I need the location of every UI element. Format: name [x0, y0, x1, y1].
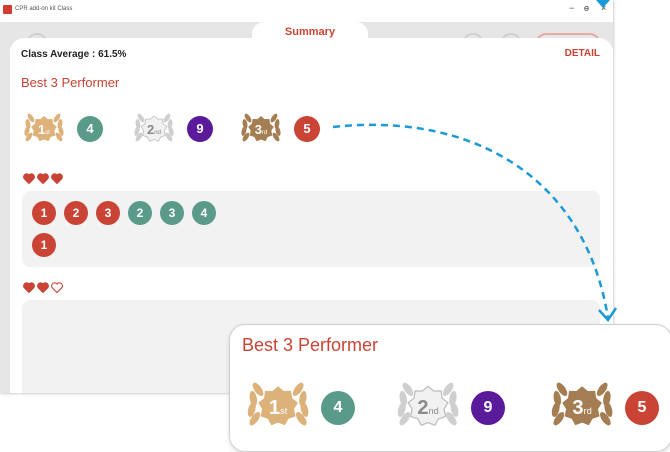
performer-number-badge[interactable]: 9 — [471, 391, 505, 425]
medal-3rd-icon: 3rd — [551, 382, 613, 426]
medal-2nd-icon: 2nd — [397, 382, 459, 427]
zoom-best-performer-title: Best 3 Performer — [242, 335, 379, 355]
medal-1st-icon: 1st — [247, 382, 309, 426]
performer-number-badge[interactable]: 5 — [625, 391, 659, 425]
performer-number-badge[interactable]: 4 — [321, 391, 355, 425]
zoom-callout: Best 3 Performer 1st 4 2nd 9 3rd 5 — [229, 324, 670, 452]
